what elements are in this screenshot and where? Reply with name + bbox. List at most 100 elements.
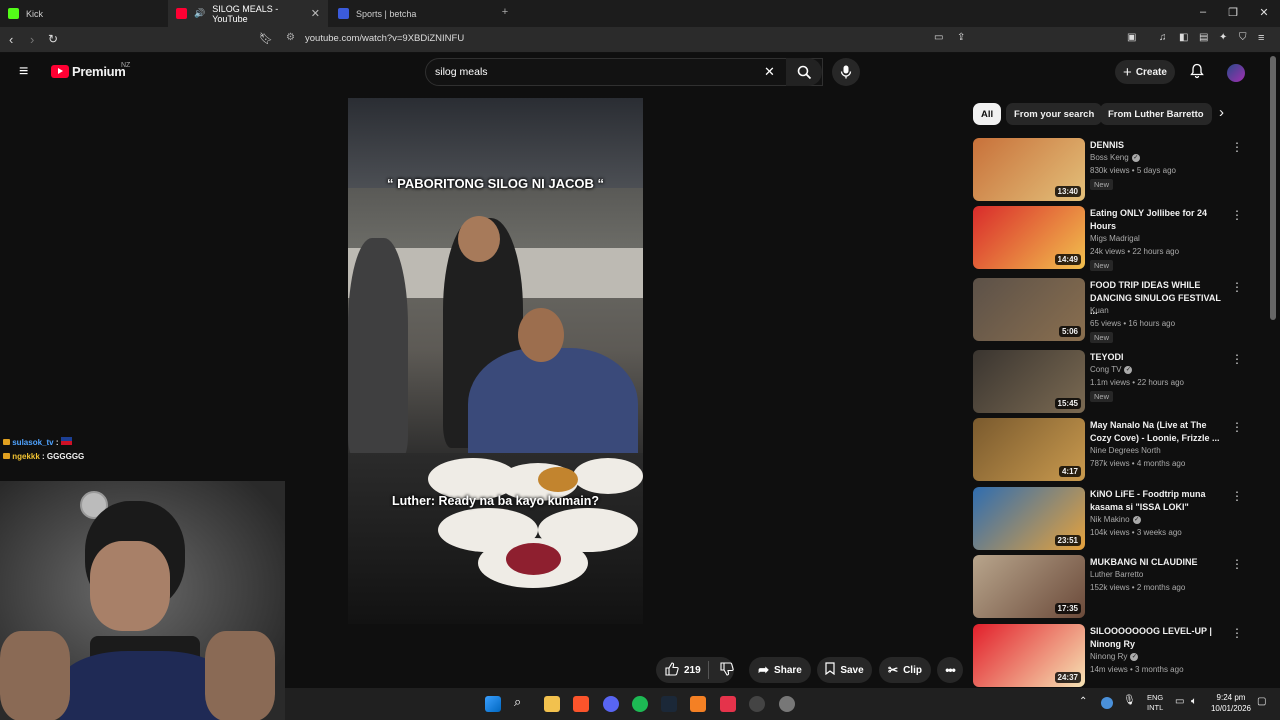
search-taskbar-icon[interactable]: ⌕	[514, 694, 530, 710]
settings-icon[interactable]	[779, 696, 795, 712]
more-vertical-icon[interactable]: ⋮	[1231, 557, 1243, 571]
new-tab-icon[interactable]: +	[498, 6, 512, 18]
channel-name[interactable]: Nik Makino ✓	[1090, 515, 1141, 524]
video-title[interactable]: Eating ONLY Jollibee for 24 Hours	[1090, 207, 1230, 233]
voice-search-button[interactable]	[832, 58, 860, 86]
video-player[interactable]: “ PABORITONG SILOG NI JACOB “ Luther: Re…	[348, 98, 643, 624]
back-icon[interactable]: ‹	[9, 32, 13, 47]
recommendation-item[interactable]: 5:06 FOOD TRIP IDEAS WHILE DANCING SINULO…	[973, 278, 1243, 343]
video-thumbnail[interactable]: 15:45	[973, 350, 1085, 413]
chip-from-luther-barretto[interactable]: From Luther Barretto	[1100, 103, 1212, 125]
sidebar-icon[interactable]: ◧	[1179, 32, 1188, 43]
video-title[interactable]: FOOD TRIP IDEAS WHILE DANCING SINULOG FE…	[1090, 279, 1230, 318]
notification-center-icon[interactable]: ▢	[1257, 696, 1266, 707]
tab-betcha[interactable]: Sports | betcha	[330, 0, 495, 27]
minimize-icon[interactable]: –	[1196, 6, 1210, 18]
tray-cloud-icon[interactable]	[1101, 697, 1113, 709]
close-window-icon[interactable]: ✕	[1257, 6, 1271, 19]
youtube-logo-icon[interactable]	[51, 65, 69, 78]
notifications-bell-icon[interactable]	[1190, 63, 1204, 82]
channel-name[interactable]: Cong TV ✓	[1090, 365, 1133, 374]
share-button[interactable]: ➦ Share	[749, 657, 811, 683]
recommendation-item[interactable]: 15:45 TEYODI Cong TV ✓ 1.1m views • 22 hours…	[973, 350, 1243, 414]
video-title[interactable]: May Nanalo Na (Live at The Cozy Cove) - …	[1090, 419, 1230, 445]
channel-name[interactable]: Ninong Ry ✓	[1090, 652, 1139, 661]
wallet2-icon[interactable]: ▤	[1199, 32, 1208, 43]
hamburger-icon[interactable]: ≡	[19, 63, 28, 81]
close-tab-icon[interactable]: ✕	[311, 7, 320, 20]
recommendation-item[interactable]: 14:49 Eating ONLY Jollibee for 24 Hours Mi…	[973, 206, 1243, 271]
chip-all[interactable]: All	[973, 103, 1002, 125]
music-icon[interactable]: ♫	[1159, 32, 1167, 43]
discord-icon[interactable]	[603, 696, 619, 712]
save-button[interactable]: Save	[817, 657, 872, 683]
create-button[interactable]: + Create	[1115, 60, 1175, 84]
spotify-icon[interactable]	[632, 696, 648, 712]
logo-text[interactable]: Premium	[72, 64, 126, 79]
bookmark-icon[interactable]: 🔖︎	[259, 32, 273, 45]
volume-icon[interactable]: 🔈︎	[1191, 696, 1197, 707]
share-icon[interactable]: ⇪	[957, 32, 965, 43]
wifi-icon[interactable]: ▭	[1175, 696, 1184, 707]
recommendation-item[interactable]: 17:35 MUKBANG NI CLAUDINE Luther Barretto 1…	[973, 555, 1243, 619]
recommendation-item[interactable]: 4:17 May Nanalo Na (Live at The Cozy Cove…	[973, 418, 1243, 482]
channel-name[interactable]: Migs Madrigal	[1090, 234, 1140, 243]
obs-icon[interactable]	[749, 696, 765, 712]
chevron-right-icon[interactable]: ›	[1219, 104, 1224, 121]
tray-mic-icon[interactable]: 🎙︎	[1123, 695, 1136, 706]
video-title[interactable]: KiNO LiFE - Foodtrip muna kasama si "ISS…	[1090, 488, 1230, 514]
video-title[interactable]: MUKBANG NI CLAUDINE	[1090, 556, 1230, 569]
scrollbar-thumb[interactable]	[1270, 56, 1276, 320]
recommendation-item[interactable]: 23:51 KiNO LiFE - Foodtrip muna kasama si…	[973, 487, 1243, 551]
clip-button[interactable]: ✂ Clip	[879, 657, 931, 683]
steam-icon[interactable]	[661, 696, 677, 712]
clear-search-icon[interactable]: ✕	[764, 64, 775, 80]
more-vertical-icon[interactable]: ⋮	[1231, 489, 1243, 503]
chip-from-your-search[interactable]: From your search	[1006, 103, 1103, 125]
more-vertical-icon[interactable]: ⋮	[1231, 280, 1243, 294]
tray-chevron-icon[interactable]: ⌃	[1079, 696, 1087, 707]
video-thumbnail[interactable]: 24:37	[973, 624, 1085, 687]
taskbar-clock[interactable]: 9:24 pm 10/01/2026	[1208, 692, 1254, 714]
video-thumbnail[interactable]: 23:51	[973, 487, 1085, 550]
tab-youtube[interactable]: 🔊 SILOG MEALS - YouTube ✕	[168, 0, 328, 27]
more-vertical-icon[interactable]: ⋮	[1231, 626, 1243, 640]
video-thumbnail[interactable]: 14:49	[973, 206, 1085, 269]
url-field[interactable]: youtube.com/watch?v=9XBDiZNINFU	[305, 33, 464, 44]
leo-icon[interactable]: ✦	[1219, 32, 1227, 43]
channel-name[interactable]: Luther Barretto	[1090, 570, 1143, 579]
video-title[interactable]: TEYODI	[1090, 351, 1230, 364]
channel-name[interactable]: Kuan	[1090, 306, 1109, 315]
channel-name[interactable]: Boss Keng ✓	[1090, 153, 1140, 162]
file-explorer-icon[interactable]	[544, 696, 560, 712]
menu-icon[interactable]: ≡	[1258, 32, 1264, 44]
recommendation-item[interactable]: 13:40 DENNIS Boss Keng ✓ 830k views • 5 days…	[973, 138, 1243, 202]
maximize-icon[interactable]: ❐	[1226, 6, 1240, 19]
video-title[interactable]: DENNIS	[1090, 139, 1230, 152]
video-thumbnail[interactable]: 4:17	[973, 418, 1085, 481]
search-input[interactable]: silog meals ✕	[425, 58, 823, 86]
site-info-icon[interactable]: ⚙︎	[286, 32, 295, 43]
vpn-icon[interactable]: ⛉	[1239, 32, 1247, 43]
language-indicator[interactable]: ENG INTL	[1147, 693, 1163, 713]
more-vertical-icon[interactable]: ⋮	[1231, 420, 1243, 434]
recommendation-item[interactable]: 24:37 SILOOOOOOOG LEVEL-UP | Ninong Ry Nin…	[973, 624, 1243, 688]
wallet-icon[interactable]: ▣	[1127, 32, 1136, 43]
tab-kick[interactable]: Kick	[0, 0, 168, 27]
dislike-button[interactable]	[714, 657, 740, 683]
video-thumbnail[interactable]: 13:40	[973, 138, 1085, 201]
forward-icon[interactable]: ›	[30, 32, 34, 47]
video-thumbnail[interactable]: 17:35	[973, 555, 1085, 618]
more-vertical-icon[interactable]: ⋮	[1231, 352, 1243, 366]
video-thumbnail[interactable]: 5:06	[973, 278, 1085, 341]
brave-icon[interactable]	[573, 696, 589, 712]
more-vertical-icon[interactable]: ⋮	[1231, 140, 1243, 154]
valorant-icon[interactable]	[720, 696, 736, 712]
reload-icon[interactable]: ↻	[48, 32, 58, 46]
search-button[interactable]	[786, 58, 822, 86]
app-icon[interactable]	[690, 696, 706, 712]
start-icon[interactable]	[485, 696, 501, 712]
more-vertical-icon[interactable]: ⋮	[1231, 208, 1243, 222]
video-title[interactable]: SILOOOOOOOG LEVEL-UP | Ninong Ry	[1090, 625, 1230, 651]
screen-icon[interactable]: ▭	[934, 32, 943, 43]
